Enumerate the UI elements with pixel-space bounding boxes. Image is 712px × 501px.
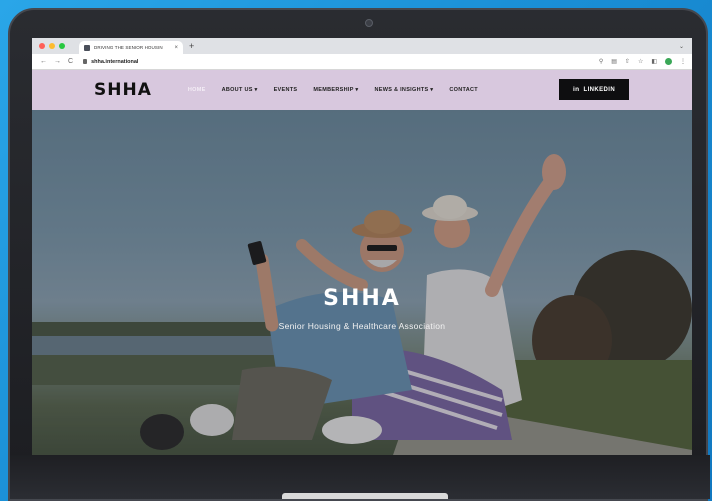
menu-item-events[interactable]: EVENTS [274,87,298,93]
reload-button[interactable]: C [68,58,73,65]
laptop-frame: DRIVING THE SENIOR HOUSIN × + ⌄ ← → C sh… [8,8,710,501]
menu-item-news-insights[interactable]: NEWS & INSIGHTS ▾ [374,87,433,93]
browser-address-bar: ← → C shha.international ⚲ ▤ ⇧ ☆ ◧ ⋮ [32,54,692,70]
camera-icon [365,19,373,27]
tab-close-button[interactable]: × [174,45,178,51]
lock-icon [83,59,88,64]
linkedin-button[interactable]: in LINKEDIN [559,79,629,100]
menu-item-contact[interactable]: CONTACT [449,87,478,93]
menu-item-membership[interactable]: MEMBERSHIP ▾ [313,87,358,93]
url-field[interactable]: shha.international [83,59,138,65]
laptop-screen: DRIVING THE SENIOR HOUSIN × + ⌄ ← → C sh… [32,38,692,458]
laptop-notch [282,493,448,499]
menu-item-home[interactable]: HOME [188,87,206,93]
close-window-button[interactable] [39,43,45,49]
translate-icon[interactable]: ▤ [611,58,617,65]
new-tab-button[interactable]: + [189,41,194,51]
forward-button[interactable]: → [54,58,61,65]
menu-kebab-icon[interactable]: ⋮ [680,58,686,65]
url-text: shha.international [91,58,139,65]
browser-tab[interactable]: DRIVING THE SENIOR HOUSIN × [79,41,183,54]
profile-avatar-icon[interactable] [665,58,672,65]
site-logo[interactable]: SHHA [94,80,152,100]
window-controls [39,43,65,49]
linkedin-icon: in [572,86,580,93]
tab-title: DRIVING THE SENIOR HOUSIN [94,45,163,50]
back-button[interactable]: ← [40,58,47,65]
browser-tab-bar: DRIVING THE SENIOR HOUSIN × + ⌄ [32,38,692,54]
hero-banner: SHHA Senior Housing & Healthcare Associa… [32,110,692,458]
share-icon[interactable]: ⇧ [625,58,630,65]
favicon-icon [84,44,90,51]
bookmark-star-icon[interactable]: ☆ [638,58,643,65]
hero-title: SHHA [323,286,401,311]
laptop-base [10,455,710,499]
linkedin-label: LINKEDIN [583,86,616,93]
site-header: SHHA HOME ABOUT US ▾ EVENTS MEMBERSHIP ▾… [32,70,692,110]
hero-subtitle: Senior Housing & Healthcare Association [278,321,446,331]
key-icon[interactable]: ⚲ [599,58,603,65]
minimize-window-button[interactable] [49,43,55,49]
website: SHHA HOME ABOUT US ▾ EVENTS MEMBERSHIP ▾… [32,70,692,458]
tab-list-chevron-icon[interactable]: ⌄ [679,43,684,50]
browser-extensions: ⚲ ▤ ⇧ ☆ ◧ ⋮ [599,58,686,65]
sidebar-icon[interactable]: ◧ [651,58,657,65]
maximize-window-button[interactable] [59,43,65,49]
menu-item-about-us[interactable]: ABOUT US ▾ [222,87,258,93]
main-menu: HOME ABOUT US ▾ EVENTS MEMBERSHIP ▾ NEWS… [188,87,478,93]
